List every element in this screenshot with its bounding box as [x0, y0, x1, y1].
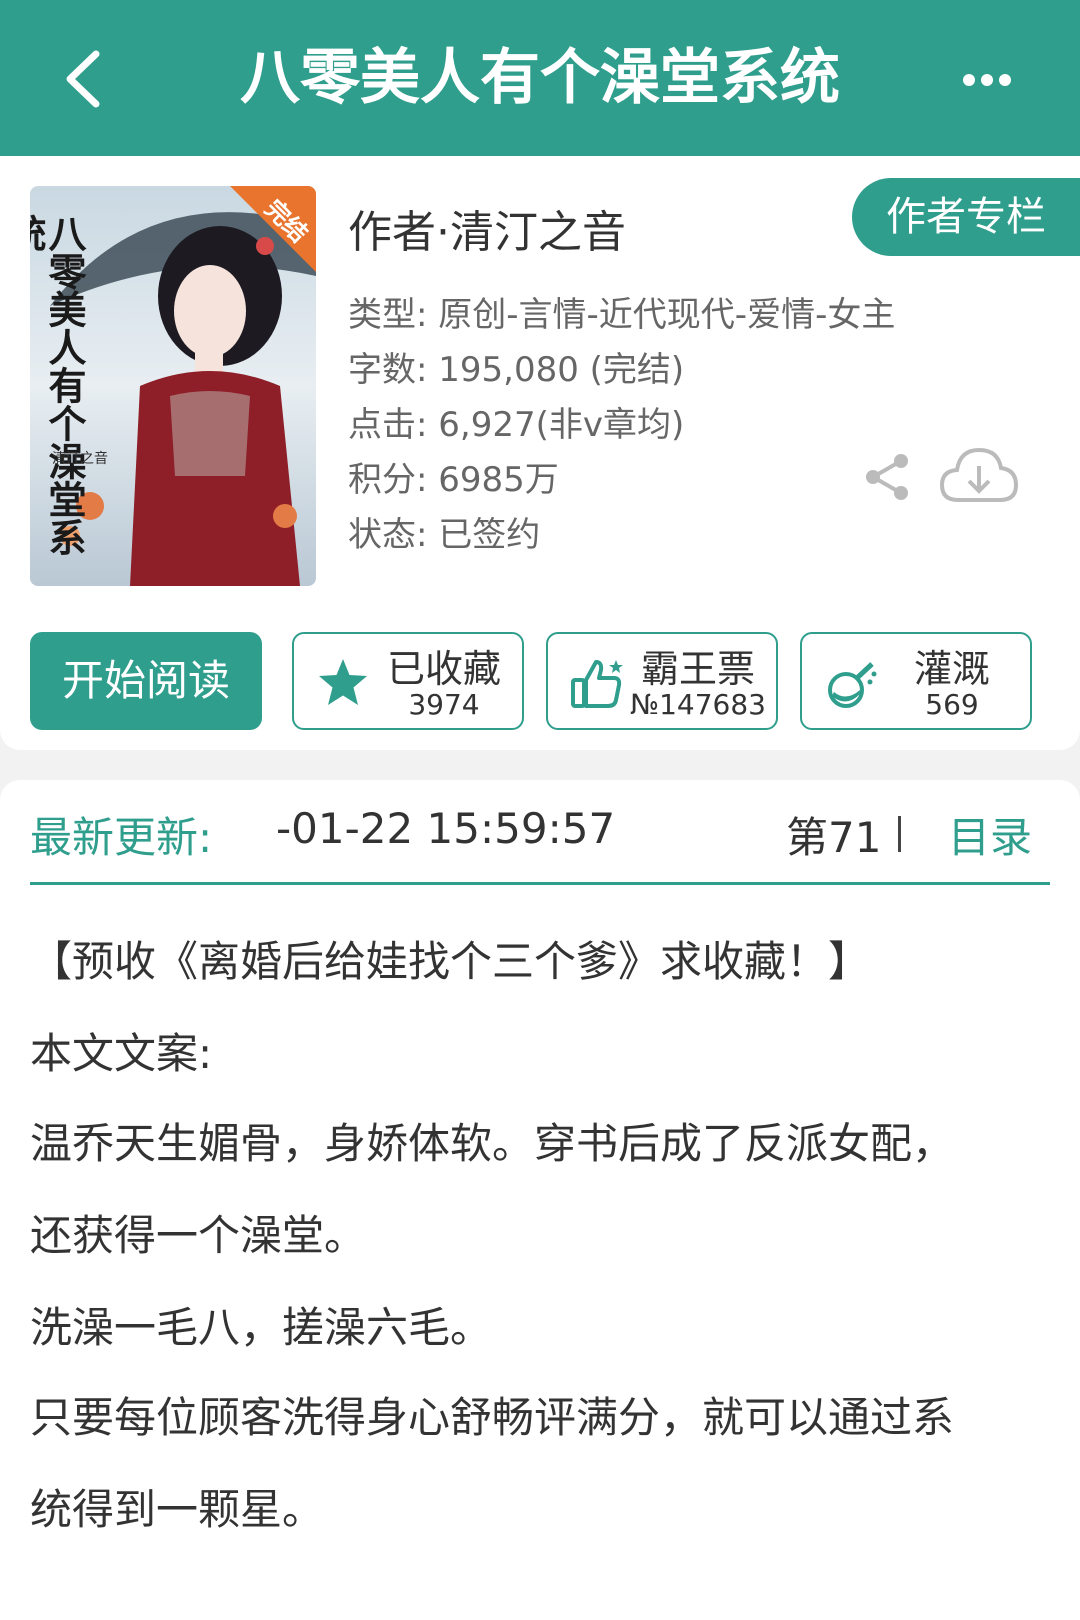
synopsis-line: 只要每位顾客洗得身心舒畅评满分，就可以通过系: [30, 1393, 955, 1442]
share-icon: [866, 454, 908, 500]
latest-update-time: -01-22 15:59:57: [276, 804, 616, 853]
synopsis-line: 还获得一个澡堂。: [30, 1211, 367, 1260]
vote-count: №147683: [629, 688, 766, 721]
book-meta: 类型: 原创-言情-近代现代-爱情-女主 字数: 195,080 (完结) 点击…: [348, 288, 895, 563]
start-reading-button[interactable]: 开始阅读: [30, 632, 262, 730]
book-info-card: 完结 八零美人有个澡堂系统 清汀之音 作者·清汀之音 作者专栏 类型: 原创-言…: [0, 156, 1080, 750]
back-button[interactable]: [52, 44, 122, 114]
back-arrow-icon: [66, 50, 100, 108]
more-icon: [963, 74, 975, 86]
meta-status: 状态: 已签约: [348, 515, 541, 555]
latest-update-bar[interactable]: 最新更新: -01-22 15:59:57 第71 目录: [0, 780, 1080, 914]
divider: [898, 816, 901, 852]
book-cover[interactable]: 完结 八零美人有个澡堂系统 清汀之音: [30, 186, 316, 586]
favorite-count: 3974: [408, 688, 480, 721]
synopsis-line: 【预收《离婚后给娃找个三个爹》求收藏！】: [30, 937, 871, 986]
latest-update-label: 最新更新:: [30, 813, 213, 862]
latest-chapter[interactable]: 第71: [786, 804, 881, 865]
synopsis-line: 统得到一颗星。: [30, 1485, 325, 1534]
vote-label: 霸王票: [640, 647, 755, 691]
flask-icon: [828, 662, 877, 708]
thumbs-up-icon: [571, 660, 623, 708]
author-name[interactable]: 作者·清汀之音: [348, 196, 626, 260]
star-icon: [319, 659, 367, 705]
share-button[interactable]: [862, 452, 912, 502]
synopsis-line: 温乔天生媚骨，身娇体软。穿书后成了反派女配，: [30, 1119, 955, 1168]
vote-button[interactable]: 霸王票 №147683: [546, 632, 778, 730]
cover-title-text: 八零美人有个澡堂系统: [30, 214, 87, 556]
cover-author-text: 清汀之音: [52, 451, 108, 467]
synopsis-line: 本文文案:: [30, 1029, 213, 1078]
nutrient-count: 569: [925, 688, 979, 721]
action-row: 开始阅读 已收藏 3974 霸王票 №147683 灌溉 569: [30, 632, 1050, 730]
favorite-button[interactable]: 已收藏 3974: [292, 632, 524, 730]
meta-clicks: 点击: 6,927(非v章均): [348, 405, 685, 445]
meta-type: 类型: 原创-言情-近代现代-爱情-女主: [348, 295, 896, 335]
page-title: 八零美人有个澡堂系统: [240, 43, 840, 113]
favorite-label: 已收藏: [386, 647, 501, 691]
table-of-contents-link[interactable]: 目录: [948, 804, 1032, 865]
meta-score: 积分: 6985万: [348, 460, 559, 500]
synopsis-line: 洗澡一毛八，搓澡六毛。: [30, 1303, 493, 1352]
nutrient-button[interactable]: 灌溉 569: [800, 632, 1032, 730]
more-button[interactable]: [960, 60, 1020, 100]
cloud-download-icon: [939, 447, 1019, 502]
nutrient-label: 灌溉: [913, 647, 990, 691]
author-column-button[interactable]: 作者专栏: [852, 178, 1080, 256]
meta-word-count: 字数: 195,080 (完结): [348, 350, 685, 390]
download-button[interactable]: [938, 444, 1020, 508]
top-app-bar: 八零美人有个澡堂系统: [0, 0, 1080, 156]
synopsis: 【预收《离婚后给娃找个三个爹》求收藏！】 本文文案: 温乔天生媚骨，身娇体软。穿…: [0, 914, 1080, 1620]
update-underline: [30, 882, 1050, 885]
